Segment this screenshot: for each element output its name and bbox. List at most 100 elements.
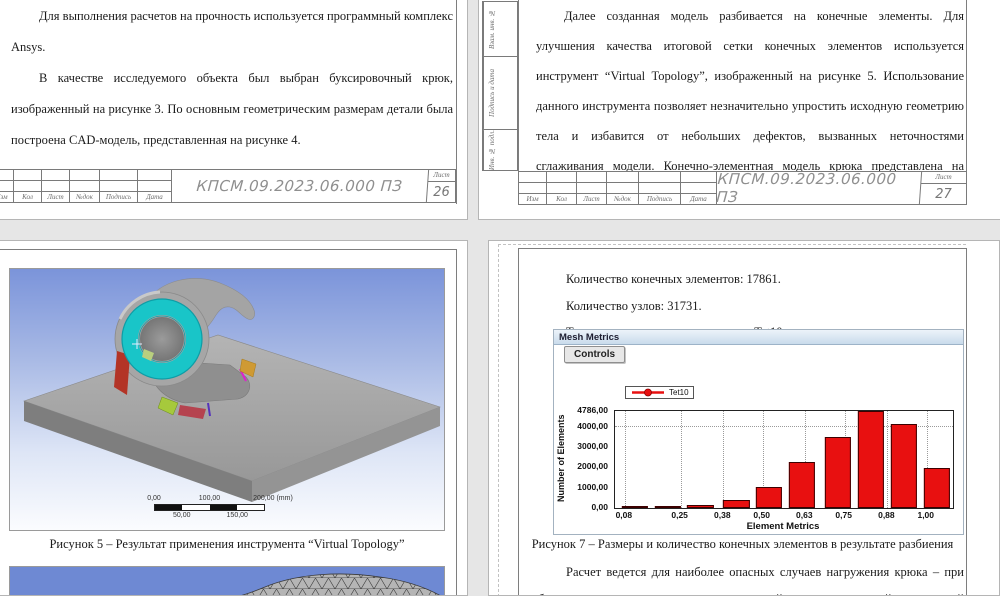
scale-bar-bottom-labels: 50,00 150,00 bbox=[154, 512, 265, 521]
x-tick-label: 1,00 bbox=[917, 510, 934, 520]
scale-bar-top-labels: 0,00 100,00 200,00 (mm) bbox=[154, 495, 265, 504]
figure-5-image: 0,00 100,00 200,00 (mm) 50,00 150,00 bbox=[9, 268, 445, 531]
mesh-triangles bbox=[110, 574, 446, 596]
histogram-bar bbox=[825, 437, 851, 508]
x-tick-label: 0,08 bbox=[616, 510, 633, 520]
side-cell: Инв. № подл. bbox=[483, 130, 517, 170]
title-block-column: Изм bbox=[519, 172, 547, 204]
histogram-bar bbox=[858, 411, 884, 508]
legend-marker-icon bbox=[630, 388, 666, 397]
page-26-body: Для выполнения расчетов на прочность исп… bbox=[11, 1, 453, 156]
y-tick-label: 0,00 bbox=[591, 502, 608, 512]
scale-label: 100,00 bbox=[199, 495, 220, 502]
plate-top-face bbox=[24, 335, 440, 481]
side-cell: Подпись и дата bbox=[483, 57, 517, 130]
legend-label: Tet10 bbox=[669, 388, 689, 397]
sheet-label: Лист bbox=[428, 170, 455, 182]
column-label: Подпись bbox=[639, 194, 680, 204]
sheet-cell: Лист 26 bbox=[428, 170, 455, 202]
column-label: Изм bbox=[0, 192, 13, 202]
column-label: Изм bbox=[519, 194, 546, 204]
x-tick-label: 0,38 bbox=[714, 510, 731, 520]
frame-top-border bbox=[518, 248, 967, 249]
title-block-column: Лист bbox=[42, 170, 70, 202]
panel-title: Mesh Metrics bbox=[559, 332, 619, 343]
scale-bar-segments bbox=[154, 504, 265, 511]
histogram-bar bbox=[723, 500, 749, 509]
title-block-column: Изм bbox=[0, 170, 14, 202]
page-figure-7: Количество конечных элементов: 17861. Ко… bbox=[488, 240, 1000, 596]
x-tick-label: 0,75 bbox=[835, 510, 852, 520]
histogram-bar bbox=[622, 506, 648, 508]
panel-title-bar: Mesh Metrics bbox=[554, 330, 963, 345]
frame-right-border bbox=[456, 0, 457, 204]
frame-top-border bbox=[0, 249, 457, 250]
column-label: Лист bbox=[42, 192, 69, 202]
text-boundary-dashed bbox=[498, 244, 966, 245]
paragraph: Расчет ведется для наиболее опасных случ… bbox=[538, 559, 964, 596]
y-tick-label: 4000,00 bbox=[577, 421, 608, 431]
chart-plot bbox=[614, 410, 954, 509]
x-tick-label: 0,88 bbox=[878, 510, 895, 520]
y-axis-labels: 0,001000,002000,003000,004000,004786,00 bbox=[554, 410, 611, 507]
figure-7-caption: Рисунок 7 – Размеры и количество конечны… bbox=[518, 537, 967, 552]
scale-label: 50,00 bbox=[173, 512, 191, 519]
y-tick-label: 3000,00 bbox=[577, 441, 608, 451]
sheet-cell: Лист 27 bbox=[921, 172, 966, 204]
controls-button[interactable]: Controls bbox=[564, 346, 625, 363]
page-27: Взам. инв. № Подпись и дата Инв. № подл.… bbox=[478, 0, 1000, 220]
column-label: №док bbox=[70, 192, 99, 202]
side-label: Подпись и дата bbox=[483, 57, 500, 129]
frame-right-border bbox=[456, 249, 457, 596]
title-block-column: Кол bbox=[547, 172, 577, 204]
title-block-column: Дата bbox=[681, 172, 717, 204]
title-block: Изм Кол Лист №док Подпись Дата КПСМ.09.2… bbox=[0, 169, 456, 203]
side-cell: Взам. инв. № bbox=[483, 2, 517, 57]
title-block-column: Дата bbox=[138, 170, 172, 202]
histogram-bar bbox=[891, 424, 917, 509]
doc-code: КПСМ.09.2023.06.000 ПЗ bbox=[171, 170, 429, 202]
x-tick-label: 0,63 bbox=[796, 510, 813, 520]
title-block-column: Кол bbox=[14, 170, 42, 202]
title-block-column: Лист bbox=[577, 172, 607, 204]
cad-model-3d-render bbox=[10, 269, 446, 532]
column-label: Лист bbox=[577, 194, 606, 204]
page-figure-5: 0,00 100,00 200,00 (mm) 50,00 150,00 Рис… bbox=[0, 240, 468, 596]
x-tick-label: 0,25 bbox=[671, 510, 688, 520]
column-label: №док bbox=[607, 194, 638, 204]
mesh-metrics-panel: Mesh Metrics Controls Tet10 Number of El… bbox=[553, 329, 964, 535]
sheet-number: 26 bbox=[428, 182, 455, 202]
document-view: Для выполнения расчетов на прочность исп… bbox=[0, 0, 1000, 596]
title-block: Изм Кол Лист №док Подпись Дата КПСМ.09.2… bbox=[518, 171, 967, 205]
column-label: Кол bbox=[547, 194, 576, 204]
chart-legend: Tet10 bbox=[625, 386, 694, 399]
paragraph: Для выполнения расчетов на прочность исп… bbox=[11, 1, 453, 63]
title-block-column: Подпись bbox=[639, 172, 681, 204]
title-block-column: №док bbox=[607, 172, 639, 204]
side-label: Взам. инв. № bbox=[483, 2, 500, 56]
page-body-paragraph: Расчет ведется для наиболее опасных случ… bbox=[538, 559, 964, 596]
frame-left-border bbox=[518, 0, 519, 171]
scale-label: 0,00 bbox=[147, 495, 161, 502]
paragraph: В качестве исследуемого объекта был выбр… bbox=[11, 63, 453, 156]
histogram-bar bbox=[687, 505, 713, 508]
frame-side-strip: Взам. инв. № Подпись и дата Инв. № подл. bbox=[482, 1, 518, 171]
x-axis-labels: 0,08 0,25 0,38 0,50 0,63 0,75 0,88 1,00 bbox=[614, 510, 952, 520]
scale-bar: 0,00 100,00 200,00 (mm) 50,00 150,00 bbox=[154, 495, 265, 521]
stat-line: Количество узлов: 31731. bbox=[566, 293, 786, 320]
x-tick-label: 0,50 bbox=[753, 510, 770, 520]
text-boundary-dashed bbox=[498, 244, 499, 596]
column-label: Дата bbox=[138, 192, 171, 202]
x-axis-title: Element Metrics bbox=[614, 521, 952, 532]
histogram-bar bbox=[756, 487, 782, 508]
histogram-bar bbox=[654, 506, 680, 508]
column-label: Дата bbox=[681, 194, 716, 204]
column-label: Подпись bbox=[100, 192, 137, 202]
y-tick-label: 4786,00 bbox=[577, 405, 608, 415]
histogram-bar bbox=[923, 468, 949, 508]
scale-label: 200,00 (mm) bbox=[253, 495, 293, 502]
mesh-model-render bbox=[10, 567, 446, 596]
figure-5-caption: Рисунок 5 – Результат применения инструм… bbox=[9, 537, 445, 552]
y-tick-label: 1000,00 bbox=[577, 482, 608, 492]
page-26: Для выполнения расчетов на прочность исп… bbox=[0, 0, 468, 220]
